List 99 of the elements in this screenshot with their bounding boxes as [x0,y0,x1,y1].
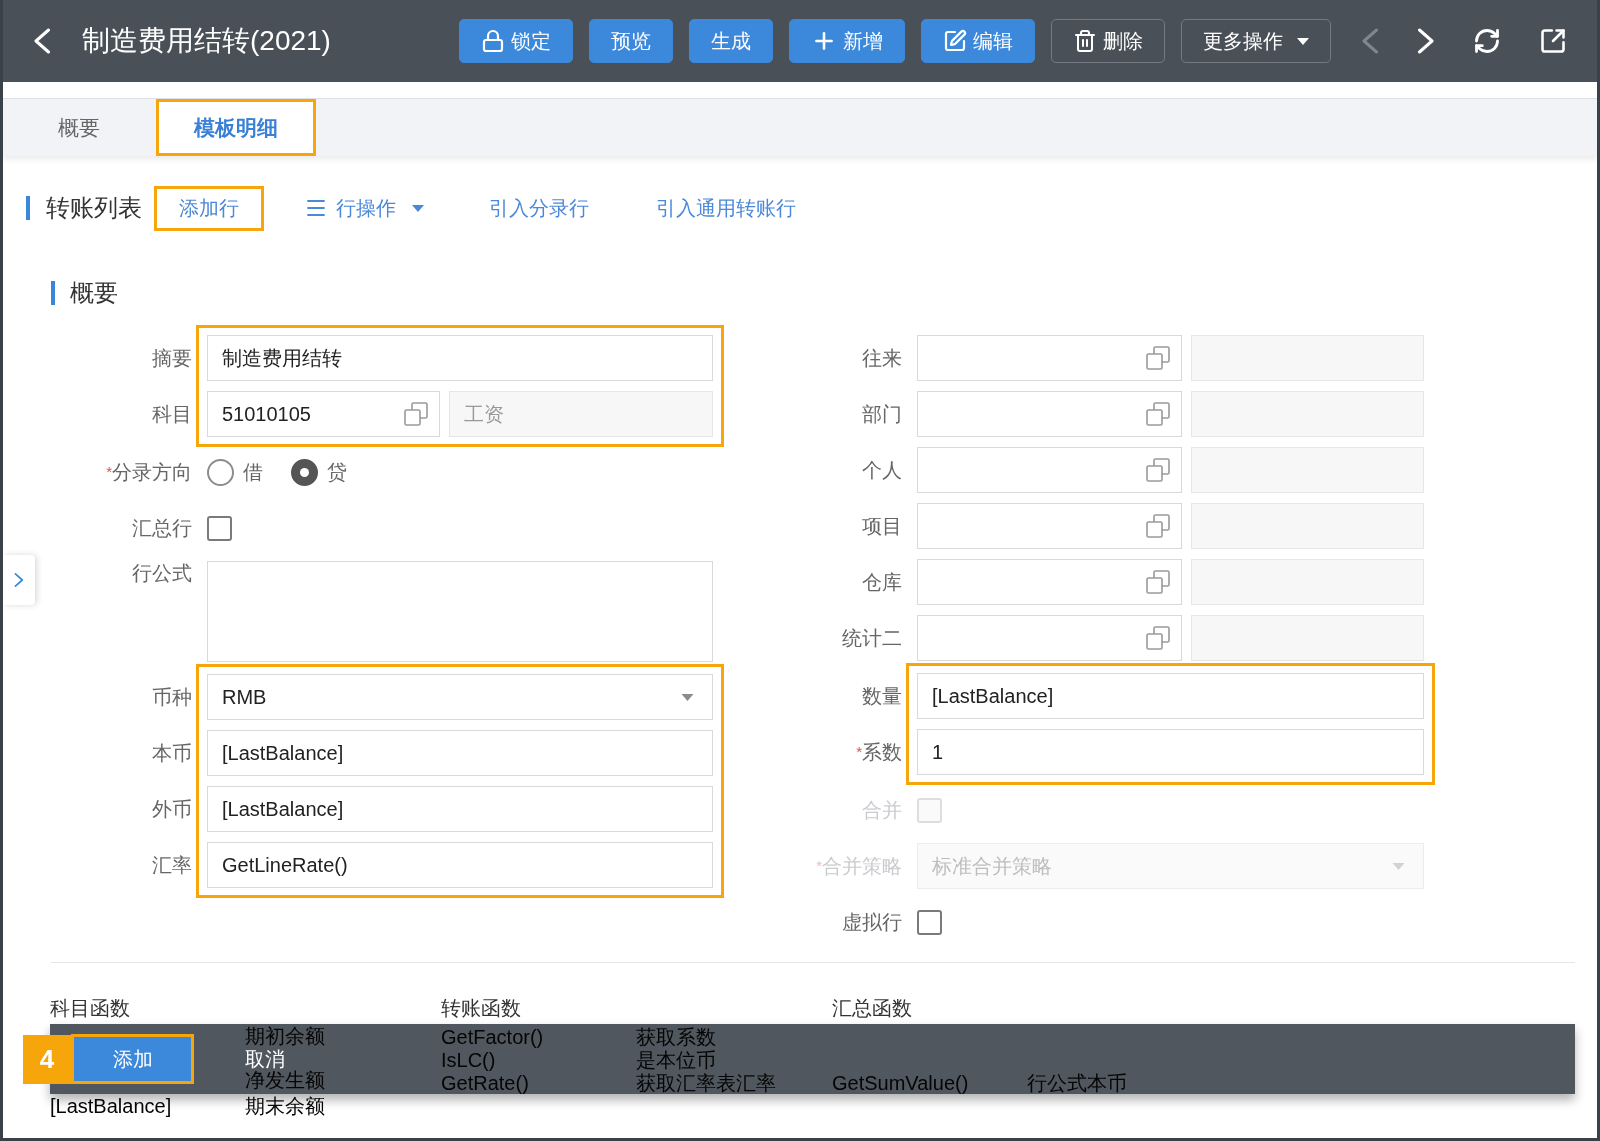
radio-option[interactable]: 借 [207,457,263,487]
pen-square-icon [943,29,967,53]
copy-icon [1146,570,1170,594]
refresh-button[interactable] [1473,27,1501,55]
dropdown-button[interactable]: 更多操作 [1181,19,1331,63]
add-button[interactable]: 添加 [71,1034,194,1084]
field-label: 本币 [152,741,192,765]
function-description: 期末余额 [245,1096,325,1116]
field-label: 数量 [862,684,902,708]
field-label: 外币 [152,797,192,821]
readonly-field: 工资 [449,391,713,437]
field-label: 统计二 [842,626,902,650]
arrow-out-square-icon [1539,27,1567,55]
field-label: *分录方向 [106,460,192,484]
function-description: 行公式本币 [1027,1072,1127,1093]
function-description: 获取系数 [636,1026,716,1047]
text-field[interactable]: 1 [917,729,1424,775]
lookup-field[interactable] [917,447,1182,493]
toolbar-button[interactable]: 新增 [789,19,905,63]
field-label: 项目 [862,514,902,538]
toolbar-button[interactable]: 生成 [689,19,773,63]
list-title: 转账列表 [46,193,142,223]
lookup-field[interactable]: 51010105 [207,391,440,437]
trash-icon [1073,29,1097,53]
section-title: 概要 [70,278,118,308]
back-button[interactable] [33,28,51,54]
copy-icon [404,402,428,426]
tab[interactable]: 模板明细 [156,99,316,156]
refresh-icon [1473,27,1501,55]
toolbar-button[interactable]: 锁定 [459,19,573,63]
function-description: 获取汇率表汇率 [636,1072,776,1093]
sidebar-toggle-button[interactable] [3,555,35,605]
field-label: *系数 [856,740,902,764]
lookup-field[interactable] [917,615,1182,661]
lookup-field[interactable] [917,503,1182,549]
chevron-left-icon [1361,28,1379,54]
field-label: 币种 [152,685,192,709]
menu-button[interactable]: 行操作 [281,185,447,231]
step-badge: 4 [23,1034,71,1084]
text-field[interactable]: 制造费用结转 [207,335,713,381]
checkbox[interactable] [917,909,942,935]
lookup-field[interactable] [917,335,1182,381]
function-name[interactable]: GetRate() [441,1072,529,1093]
copy-icon [1146,626,1170,650]
function-name[interactable]: [LastBalance] [50,1096,172,1116]
function-name[interactable]: IsLC() [441,1049,496,1070]
function-name[interactable]: GetFactor() [441,1026,544,1047]
column-heading: 科目函数 [50,995,130,1020]
field-label: 摘要 [152,346,192,370]
toolbar-button[interactable]: 编辑 [921,19,1035,63]
copy-icon [1146,346,1170,370]
field-label: 往来 [862,346,902,370]
column-heading: 汇总函数 [832,995,912,1020]
page-title: 制造费用结转(2021) [82,25,331,56]
column-heading: 转账函数 [441,995,521,1020]
function-description: 是本位币 [636,1049,716,1070]
toolbar-link[interactable]: 添加行 [154,185,264,231]
field-label: 仓库 [862,570,902,594]
copy-icon [1146,458,1170,482]
field-label: 部门 [862,402,902,426]
function-description: 净发生额 [245,1070,325,1090]
chevron-right-icon [1417,28,1435,54]
accent-bar [26,196,30,220]
toolbar-link[interactable]: 引入分录行 [464,185,614,231]
lookup-field[interactable] [917,559,1182,605]
cancel-button[interactable]: 取消 [245,1049,285,1069]
next-button[interactable] [1417,28,1435,54]
caret-down-icon [412,204,424,212]
text-field[interactable]: [LastBalance] [207,730,713,776]
toolbar-link[interactable]: 引入通用转账行 [631,185,821,231]
export-button[interactable] [1539,27,1567,55]
checkbox[interactable] [207,515,232,541]
caret-down-icon [681,693,694,701]
field-label: 汇总行 [132,516,192,540]
field-label: 虚拟行 [842,910,902,934]
field-label: 科目 [152,402,192,426]
lookup-field[interactable] [917,391,1182,437]
textarea-field[interactable] [207,561,713,662]
text-field[interactable]: [LastBalance] [207,786,713,832]
caret-down-icon [1392,862,1405,870]
toolbar-button[interactable]: 预览 [589,19,673,63]
field-label: 行公式 [132,561,192,585]
function-name[interactable]: GetSumValue() [832,1072,969,1093]
text-field[interactable]: GetLineRate() [207,842,713,888]
field-label: 个人 [862,458,902,482]
lock-icon [481,29,505,53]
function-description: 期初余额 [245,1026,325,1046]
text-field[interactable]: [LastBalance] [917,673,1424,719]
caret-down-icon [1297,37,1309,45]
chevron-left-icon [33,28,51,54]
tab[interactable]: 概要 [20,99,138,156]
copy-icon [1146,402,1170,426]
chevron-right-icon [14,572,24,588]
field-label: 汇率 [152,853,192,877]
accent-bar [51,281,55,305]
select-field[interactable]: RMB [207,674,713,720]
toolbar-button[interactable]: 删除 [1051,19,1165,63]
copy-icon [1146,514,1170,538]
radio-option[interactable]: 贷 [291,457,347,487]
